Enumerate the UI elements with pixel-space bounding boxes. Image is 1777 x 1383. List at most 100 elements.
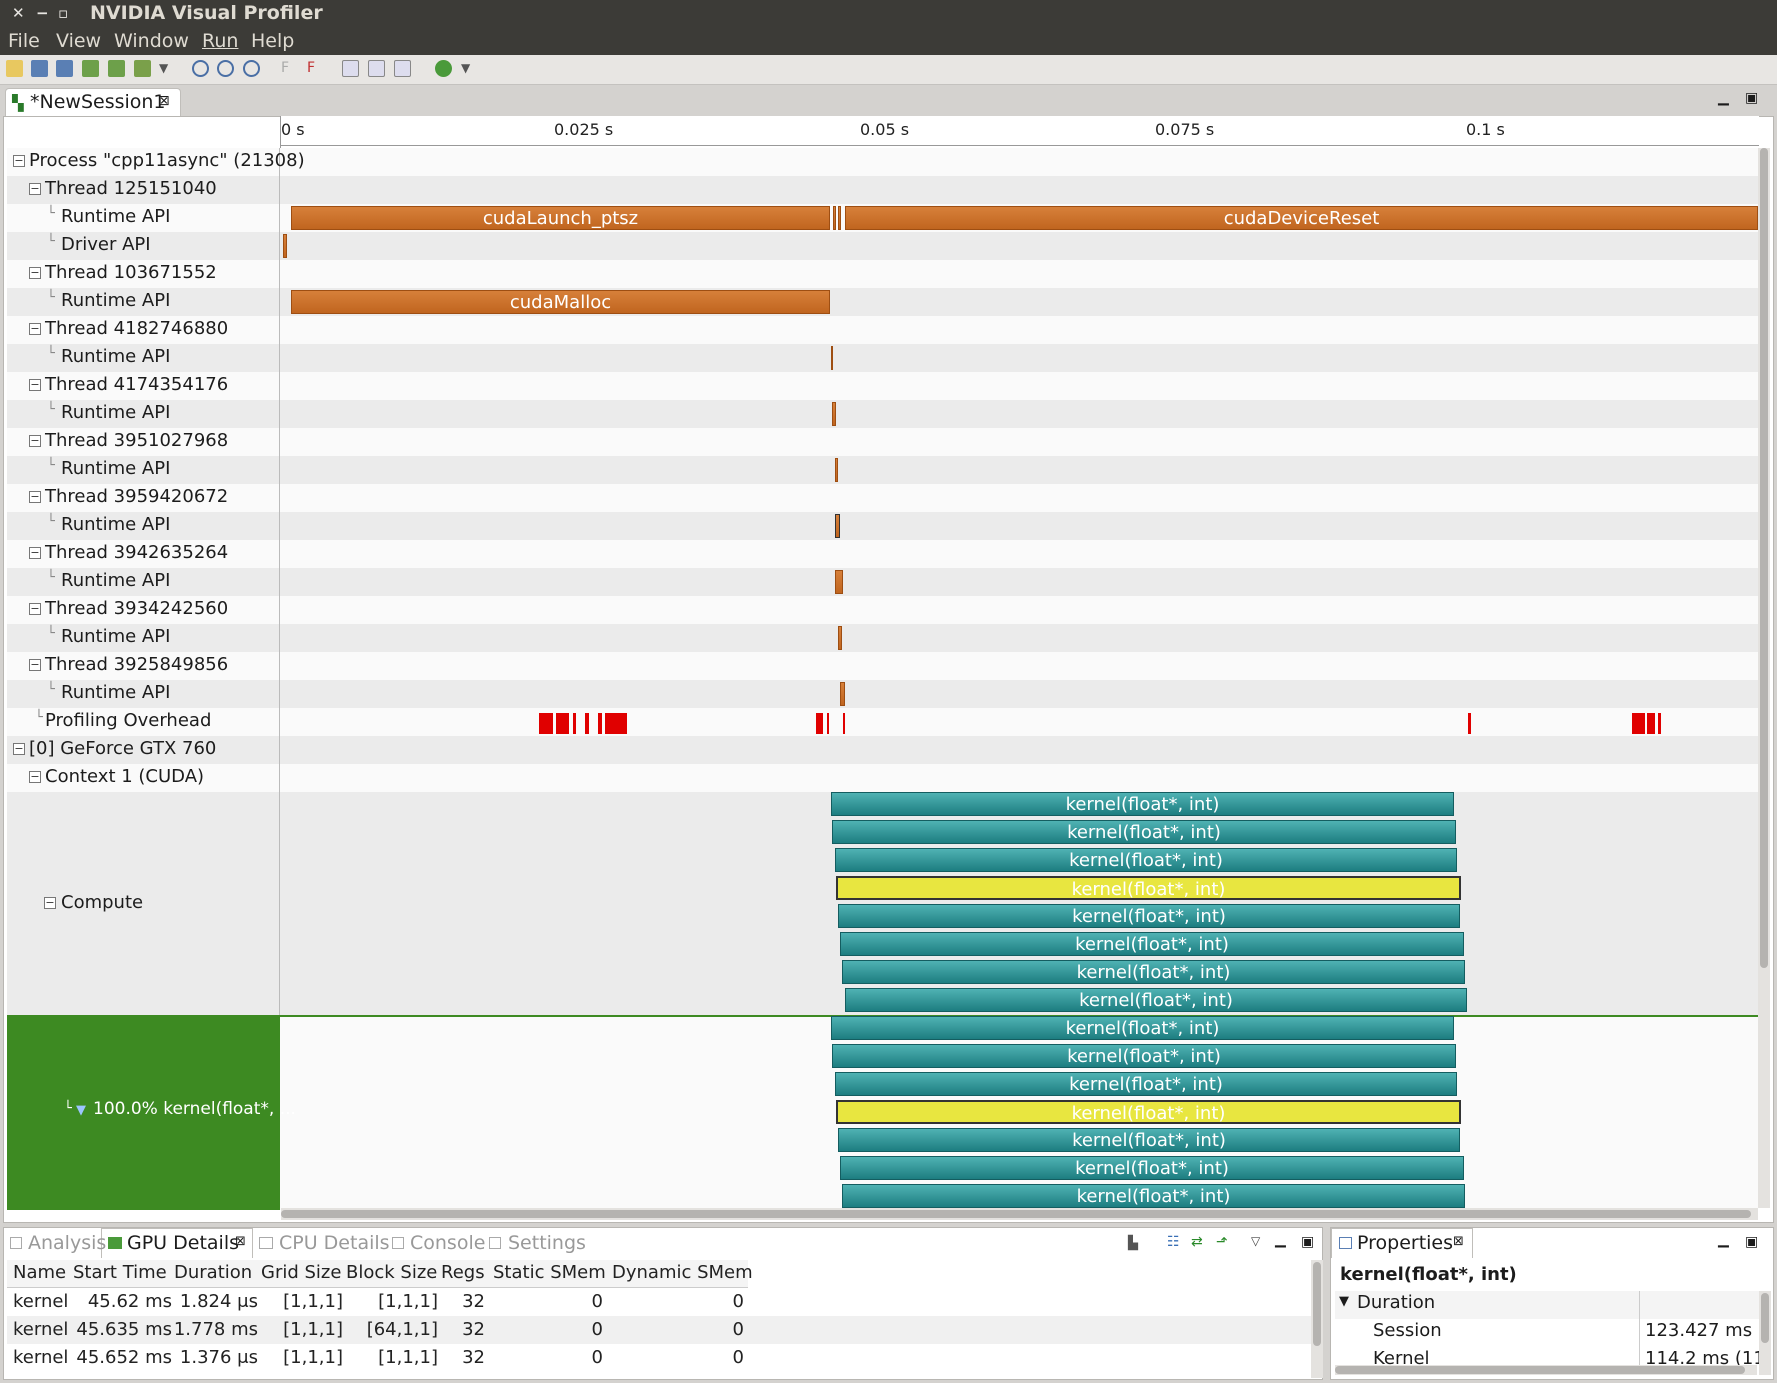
collapse-icon[interactable]: − <box>29 267 41 279</box>
column-header[interactable]: Static SMem <box>493 1262 606 1283</box>
clear-filter-icon[interactable]: F <box>307 60 324 77</box>
kernel-bar[interactable]: kernel(float*, int) <box>838 1128 1460 1152</box>
overhead-marker[interactable] <box>827 713 829 734</box>
thread-row[interactable]: − Thread 3925849856 <box>7 652 1758 680</box>
collapse-icon[interactable]: − <box>13 155 25 167</box>
thread-row[interactable]: − Thread 4182746880 <box>7 316 1758 344</box>
runtime-bar[interactable] <box>835 514 840 538</box>
context-row[interactable]: − Context 1 (CUDA) <box>7 764 1758 792</box>
collapse-icon[interactable]: − <box>29 323 41 335</box>
column-header[interactable]: Regs <box>441 1262 485 1283</box>
stream-sync-icon[interactable] <box>368 60 385 77</box>
maximize-window-button[interactable]: ▫ <box>58 4 68 22</box>
dependency-icon[interactable] <box>435 60 452 77</box>
runtime-api-row[interactable]: └ Runtime API <box>7 400 1758 428</box>
table-row[interactable]: kernel 45.635 ms 1.778 ms [1,1,1] [64,1,… <box>7 1316 1312 1344</box>
collapse-icon[interactable]: − <box>29 491 41 503</box>
kernel-bar[interactable]: kernel(float*, int) <box>831 792 1454 816</box>
kernel-bar[interactable]: kernel(float*, int) <box>835 848 1457 872</box>
horizontal-scrollbar[interactable] <box>1335 1365 1757 1375</box>
column-header[interactable]: Block Size <box>346 1262 437 1283</box>
menu-run[interactable]: Run <box>202 30 238 52</box>
runtime-api-row[interactable]: └ Runtime API <box>7 624 1758 652</box>
menu-window[interactable]: Window <box>114 30 189 52</box>
kernel-bar[interactable]: kernel(float*, int) <box>831 1016 1454 1040</box>
column-header[interactable]: Name <box>13 1262 66 1283</box>
zoom-fit-icon[interactable] <box>243 60 260 77</box>
cuda-launch-bar[interactable]: cudaLaunch_ptsz <box>291 206 830 230</box>
runtime-api-row[interactable]: └ Runtime API <box>7 456 1758 484</box>
thread-row[interactable]: − Thread 125151040 <box>7 176 1758 204</box>
overhead-marker[interactable] <box>539 713 553 734</box>
filter-icon[interactable]: F <box>281 60 298 77</box>
tab-new-session[interactable]: ▚ *NewSession1 ⊠ <box>5 88 181 118</box>
thread-row[interactable]: − Thread 4174354176 <box>7 372 1758 400</box>
overhead-marker[interactable] <box>1658 713 1661 734</box>
collapse-icon[interactable]: − <box>44 897 56 909</box>
export-icon[interactable] <box>108 60 125 77</box>
driver-api-row[interactable]: └ Driver API <box>7 232 1758 260</box>
overhead-marker[interactable] <box>1647 713 1655 734</box>
thread-row[interactable]: − Thread 103671552 <box>7 260 1758 288</box>
runtime-bar[interactable] <box>835 458 838 482</box>
cuda-malloc-bar[interactable]: cudaMalloc <box>291 290 830 314</box>
collapse-icon[interactable]: − <box>13 743 25 755</box>
menu-file[interactable]: File <box>8 30 40 52</box>
save-icon[interactable] <box>31 60 48 77</box>
column-header[interactable]: Start Time <box>73 1262 167 1283</box>
scroll-thumb[interactable] <box>1313 1262 1321 1346</box>
tab-cpu-details[interactable]: CPU Details <box>279 1232 390 1254</box>
property-row[interactable]: Session 123.427 ms (1 <box>1335 1319 1759 1347</box>
overhead-marker[interactable] <box>843 713 845 734</box>
profiling-overhead-row[interactable]: └ Profiling Overhead <box>7 708 1758 736</box>
overhead-marker[interactable] <box>573 713 576 734</box>
selected-kernel-bar[interactable]: kernel(float*, int) <box>836 1100 1461 1124</box>
view-menu-icon[interactable]: ▽ <box>1251 1234 1260 1248</box>
kernel-bar[interactable]: kernel(float*, int) <box>832 820 1456 844</box>
minimize-window-button[interactable]: − <box>36 4 49 22</box>
profile-sync-icon[interactable] <box>394 60 411 77</box>
refresh-icon[interactable]: ⇄ <box>1191 1234 1203 1250</box>
tab-gpu-details[interactable]: GPU Details <box>127 1232 239 1254</box>
tab-properties[interactable]: Properties <box>1357 1232 1453 1254</box>
kernel-bar[interactable]: kernel(float*, int) <box>840 932 1464 956</box>
tab-console[interactable]: Console <box>410 1232 485 1254</box>
close-icon[interactable]: ⊠ <box>158 93 170 109</box>
thread-row[interactable]: − Thread 3942635264 <box>7 540 1758 568</box>
thread-row[interactable]: − Thread 3934242560 <box>7 596 1758 624</box>
tab-settings[interactable]: Settings <box>508 1232 586 1254</box>
column-header[interactable]: Duration <box>174 1262 252 1283</box>
table-row[interactable]: kernel 45.62 ms 1.824 μs [1,1,1] [1,1,1]… <box>7 1288 1312 1316</box>
minimize-view-icon[interactable]: ▁ <box>1718 90 1729 106</box>
kernel-bar[interactable]: kernel(float*, int) <box>832 1044 1456 1068</box>
kernel-bar[interactable]: kernel(float*, int) <box>842 960 1465 984</box>
table-row[interactable]: kernel 45.652 ms 1.376 μs [1,1,1] [1,1,1… <box>7 1344 1312 1372</box>
import-icon[interactable] <box>82 60 99 77</box>
time-ruler[interactable] <box>281 116 1759 146</box>
runtime-bar[interactable] <box>831 346 833 370</box>
runtime-bar[interactable] <box>832 402 836 426</box>
collapse-icon[interactable]: − <box>29 547 41 559</box>
overhead-marker[interactable] <box>556 713 569 734</box>
column-header[interactable]: Dynamic SMem <box>612 1262 753 1283</box>
selected-kernel-bar[interactable]: kernel(float*, int) <box>836 876 1461 900</box>
minimize-view-icon[interactable]: ▁ <box>1275 1232 1286 1248</box>
overhead-marker[interactable] <box>605 713 627 734</box>
scroll-thumb[interactable] <box>1760 148 1768 968</box>
runtime-api-row[interactable]: └ Runtime API <box>7 512 1758 540</box>
collapse-icon[interactable]: − <box>29 659 41 671</box>
overhead-marker[interactable] <box>1632 713 1645 734</box>
gpu-row[interactable]: − [0] GeForce GTX 760 <box>7 736 1758 764</box>
tab-analysis[interactable]: Analysis <box>28 1232 106 1254</box>
chevron-down-icon[interactable]: ▼ <box>159 61 169 78</box>
overhead-marker[interactable] <box>598 713 602 734</box>
export-csv-icon[interactable]: ▙ <box>1128 1236 1138 1251</box>
close-window-button[interactable]: ✕ <box>12 4 25 22</box>
runtime-bar[interactable] <box>835 570 843 594</box>
process-row[interactable]: − Process "cpp11async" (21308) <box>7 148 1758 176</box>
maximize-view-icon[interactable]: ▣ <box>1301 1234 1314 1250</box>
kernel-bar[interactable]: kernel(float*, int) <box>842 1184 1465 1208</box>
cuda-device-reset-bar[interactable]: cudaDeviceReset <box>845 206 1758 230</box>
overhead-marker[interactable] <box>816 713 823 734</box>
minimize-view-icon[interactable]: ▁ <box>1718 1232 1729 1248</box>
